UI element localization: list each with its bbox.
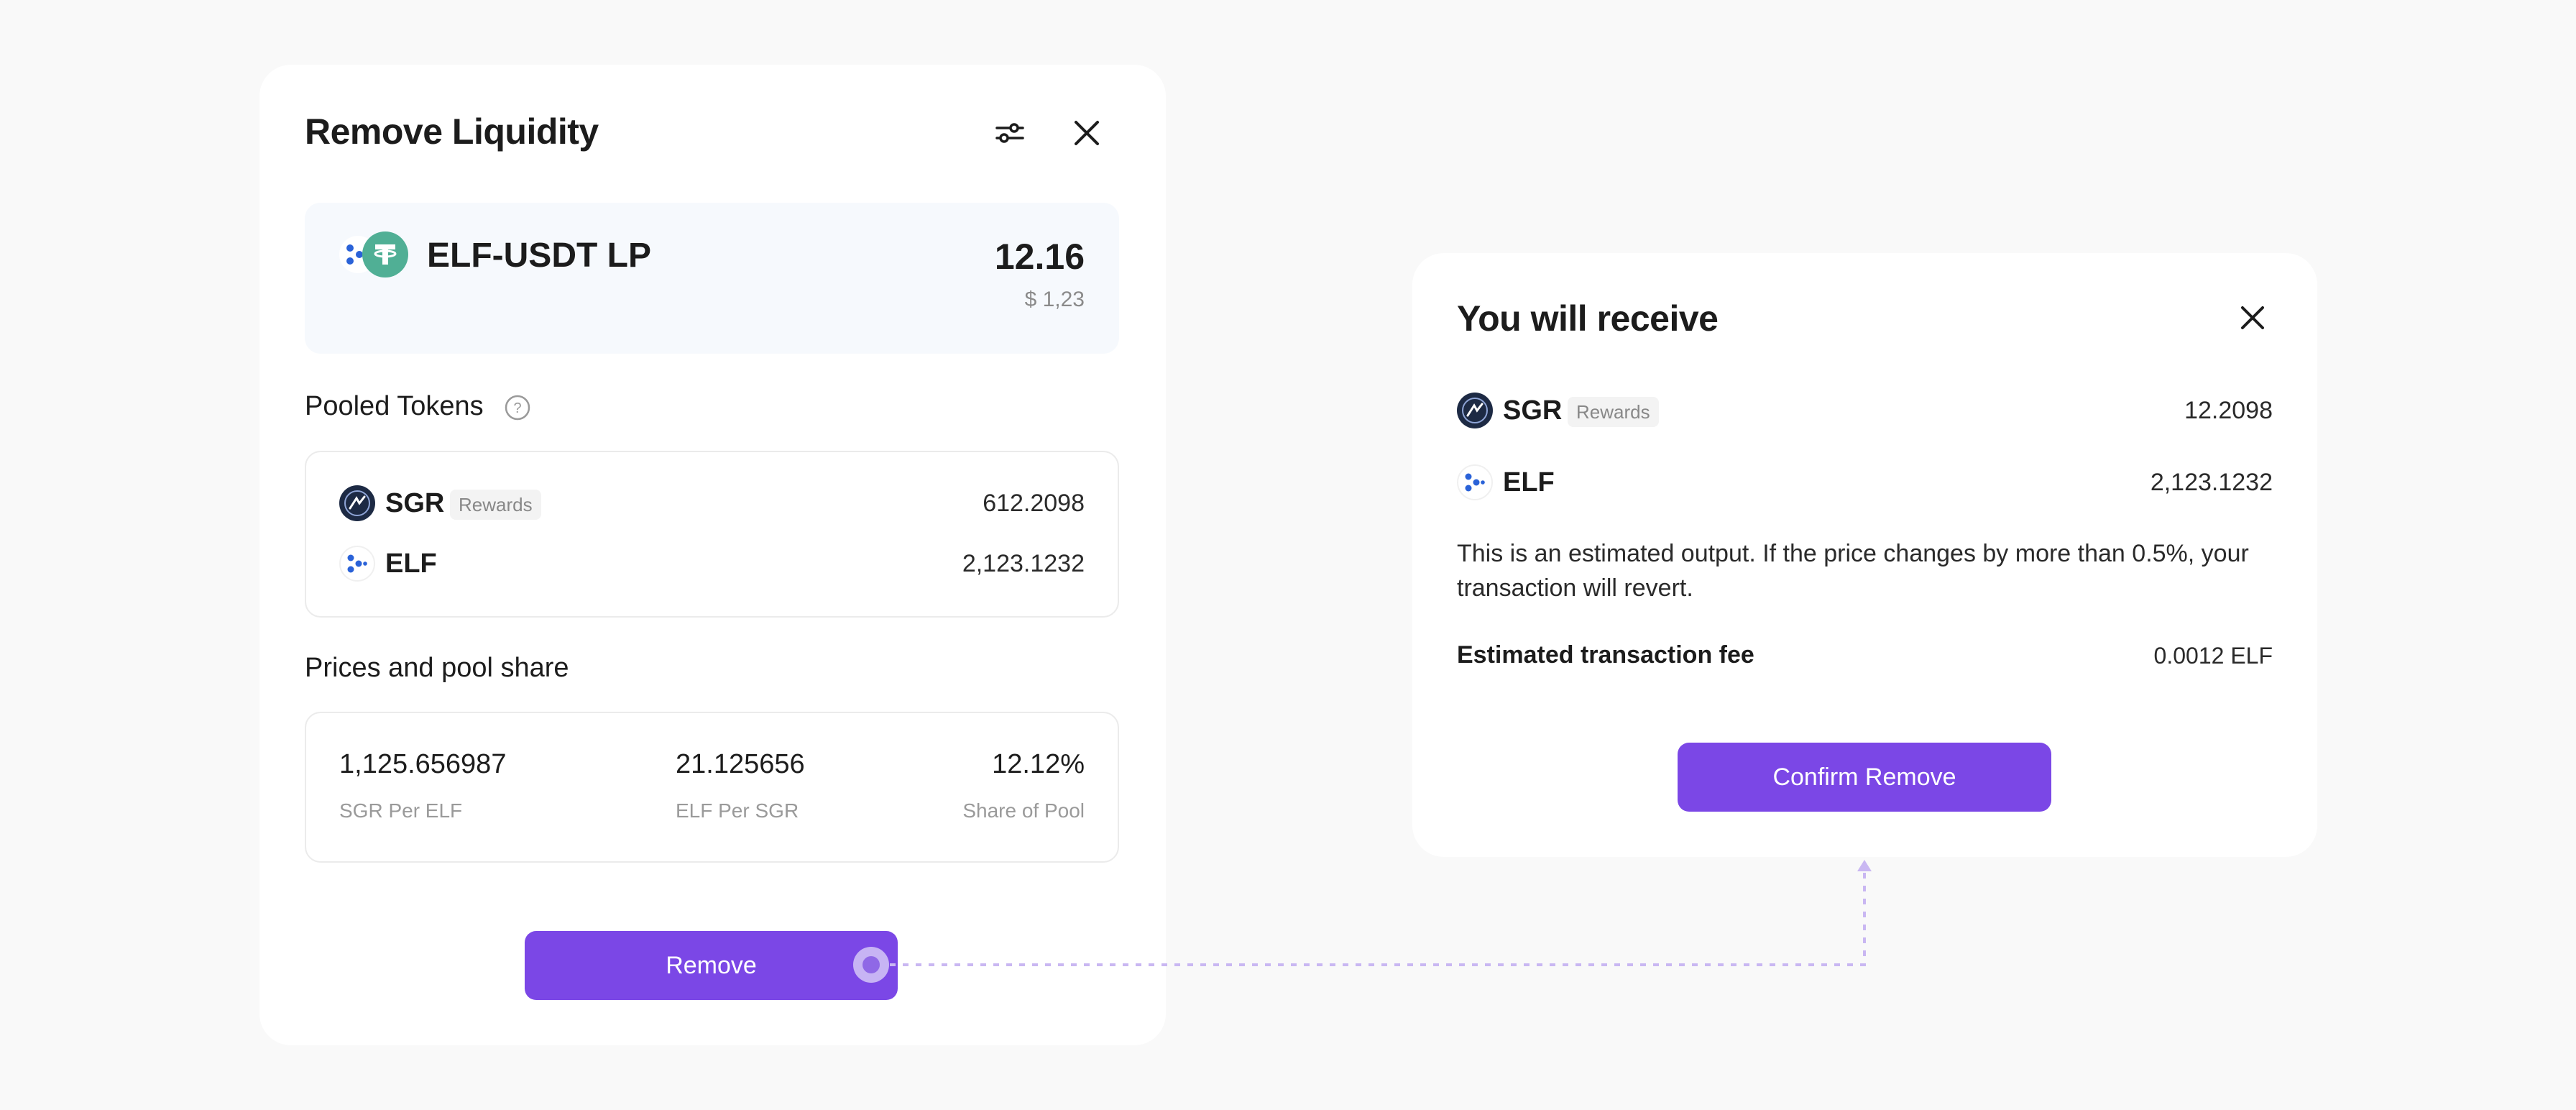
token-symbol: SGR (385, 488, 445, 518)
confirm-remove-label: Confirm Remove (1772, 763, 1956, 791)
dialog-title: You will receive (1457, 298, 1719, 339)
sgr-token-icon (1457, 393, 1493, 428)
close-icon (2241, 306, 2264, 329)
pool-share-label: Share of Pool (962, 799, 1085, 822)
token-amount: 2,123.1232 (2150, 469, 2273, 496)
token-amount: 2,123.1232 (962, 550, 1085, 577)
remove-button[interactable]: Remove (525, 931, 898, 1000)
close-button[interactable] (2230, 295, 2276, 341)
lp-token-summary: ELF-USDT LP 12.16 $ 1,23 (305, 203, 1119, 354)
estimate-note: This is an estimated output. If the pric… (1457, 540, 2249, 602)
confirm-remove-button[interactable]: Confirm Remove (1678, 743, 2051, 812)
close-icon (1075, 121, 1099, 145)
token-amount: 12.2098 (2184, 397, 2273, 424)
fee-value: 0.0012 ELF (2153, 643, 2273, 669)
rewards-badge: Rewards (450, 490, 541, 520)
pool-share-value: 12.12% (992, 749, 1085, 779)
close-button[interactable] (1064, 110, 1110, 156)
prices-title: Prices and pool share (305, 653, 569, 683)
token-symbol: ELF (385, 549, 437, 579)
price-label: SGR Per ELF (339, 799, 463, 822)
dialog-title: Remove Liquidity (305, 111, 599, 152)
price-value: 21.125656 (676, 749, 805, 779)
token-symbol: ELF (1503, 467, 1555, 497)
rewards-badge: Rewards (1568, 397, 1659, 427)
pooled-tokens-title: Pooled Tokens (305, 391, 484, 421)
token-symbol: SGR (1503, 395, 1563, 426)
remove-button-label: Remove (666, 951, 757, 979)
settings-button[interactable] (987, 110, 1033, 156)
sliders-icon (995, 123, 1024, 143)
receive-confirm-dialog: You will receive SGR Rewards 12.2098 ELF… (1412, 253, 2317, 857)
token-amount: 612.2098 (983, 490, 1085, 517)
question-circle-icon[interactable]: ? (504, 394, 531, 421)
sgr-token-icon (339, 485, 375, 521)
flow-connector-arrow (890, 860, 1872, 966)
usdt-token-icon (362, 231, 408, 278)
elf-token-icon (339, 546, 375, 582)
svg-text:?: ? (513, 400, 521, 416)
pooled-tokens-list: SGR Rewards 612.2098 ELF 2,123.1232 (305, 451, 1119, 618)
price-label: ELF Per SGR (676, 799, 799, 822)
prices-pool-share: 1,125.656987 SGR Per ELF 21.125656 ELF P… (305, 712, 1119, 863)
lp-token-usd-value: $ 1,23 (1024, 288, 1085, 311)
elf-token-icon (1457, 464, 1493, 500)
fee-label: Estimated transaction fee (1457, 641, 1754, 669)
lp-token-amount: 12.16 (994, 237, 1085, 277)
lp-token-name: ELF-USDT LP (427, 237, 651, 275)
price-value: 1,125.656987 (339, 749, 507, 779)
